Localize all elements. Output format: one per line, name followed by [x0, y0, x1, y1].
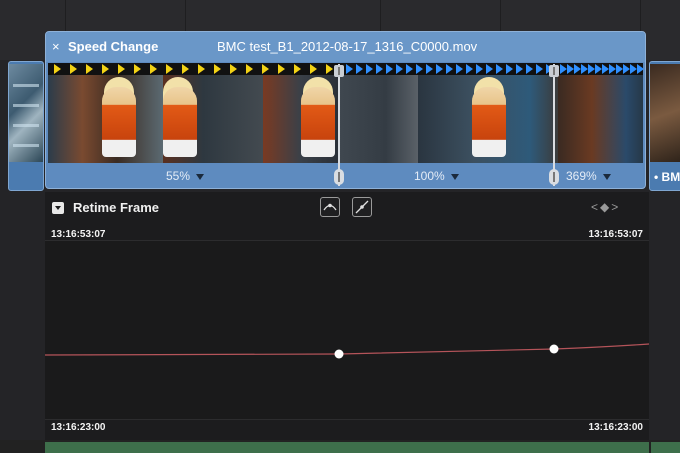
fast-speed-arrow-icon [616, 64, 623, 74]
slow-speed-arrow-icon [278, 64, 285, 74]
slow-speed-arrow-icon [118, 64, 125, 74]
keyframe-nav-control[interactable]: <◆> [591, 200, 620, 214]
fast-speed-arrow-icon [581, 64, 588, 74]
audio-track-clip[interactable] [45, 442, 649, 453]
fast-speed-arrow-icon [376, 64, 383, 74]
slow-speed-arrow-icon [262, 64, 269, 74]
fast-speed-arrow-icon [346, 64, 353, 74]
next-clip-thumbnail [650, 64, 680, 162]
thumbnail-frame [418, 63, 558, 163]
thumbnail-frame [338, 63, 418, 163]
fast-speed-arrow-icon [416, 64, 423, 74]
slow-speed-arrow-icon [102, 64, 109, 74]
chevron-down-icon [450, 173, 459, 180]
bezier-curve-icon [323, 203, 337, 211]
fast-speed-arrow-icon [456, 64, 463, 74]
fast-speed-arrow-icon [366, 64, 373, 74]
retime-curve-panel: Retime Frame <◆> 13:16:53:07 13:16:53:07… [44, 192, 650, 440]
keyframe-point[interactable] [334, 349, 344, 359]
slow-speed-arrow-icon [198, 64, 205, 74]
chevron-down-icon [196, 173, 205, 180]
fast-speed-arrow-icon [396, 64, 403, 74]
previous-clip-thumbnail [9, 64, 43, 162]
thumbnail-frame [48, 63, 163, 163]
slow-speed-arrow-icon [150, 64, 157, 74]
retime-frame-title: Retime Frame [73, 200, 159, 215]
speed-point-line[interactable] [553, 64, 555, 186]
timecode-bottom-left: 13:16:23:00 [51, 422, 106, 433]
fast-speed-arrow-icon [436, 64, 443, 74]
slow-speed-arrow-icon [182, 64, 189, 74]
fast-speed-arrow-icon [560, 64, 567, 74]
previous-clip[interactable] [8, 61, 44, 191]
timecode-top-left: 13:16:53:07 [51, 229, 106, 240]
speed-value-label: 100% [414, 169, 445, 183]
fast-speed-arrow-icon [466, 64, 473, 74]
clip-header: × Speed Change BMC test_B1_2012-08-17_13… [46, 32, 645, 62]
slow-speed-arrow-icon [310, 64, 317, 74]
thumbnail-frame [263, 63, 338, 163]
slow-speed-arrow-icon [166, 64, 173, 74]
fast-speed-arrow-icon [356, 64, 363, 74]
speed-value-label: 55% [166, 169, 191, 183]
linear-curve-icon [355, 200, 369, 214]
fast-speed-arrow-icon [406, 64, 413, 74]
next-clip-label: • BM [654, 170, 680, 184]
timecode-top-right: 13:16:53:07 [588, 229, 643, 240]
fast-speed-arrow-icon [567, 64, 574, 74]
speed-point-bottom-handle[interactable] [549, 169, 559, 185]
timecode-bottom-right: 13:16:23:00 [588, 422, 643, 433]
speed-change-title: Speed Change [68, 39, 159, 54]
speed-value-label: 369% [566, 169, 597, 183]
fast-speed-arrow-icon [602, 64, 609, 74]
fast-speed-arrow-icon [526, 64, 533, 74]
slow-speed-arrow-icon [70, 64, 77, 74]
speed-value-dropdown[interactable]: 369% [566, 169, 611, 183]
retime-dropdown-button[interactable] [52, 202, 64, 214]
fast-speed-arrow-icon [386, 64, 393, 74]
fast-speed-arrow-icon [446, 64, 453, 74]
fast-speed-arrow-icon [574, 64, 581, 74]
slow-speed-arrow-icon [326, 64, 333, 74]
slow-speed-arrow-icon [134, 64, 141, 74]
close-icon[interactable]: × [52, 40, 60, 53]
speed-point-bottom-handle[interactable] [334, 169, 344, 185]
fast-speed-arrow-icon [595, 64, 602, 74]
fast-speed-arrow-icon [609, 64, 616, 74]
next-clip[interactable]: • BM [649, 61, 680, 191]
fast-speed-arrow-icon [476, 64, 483, 74]
clip-file-name: BMC test_B1_2012-08-17_1316_C0000.mov [217, 39, 478, 54]
speed-value-dropdown[interactable]: 100% [414, 169, 459, 183]
speed-value-dropdown[interactable]: 55% [166, 169, 205, 183]
thumbnail-frame [558, 63, 643, 163]
fast-speed-arrow-icon [486, 64, 493, 74]
speed-point-top-handle[interactable] [334, 65, 344, 77]
linear-curve-button[interactable] [352, 197, 372, 217]
fast-speed-arrow-icon [536, 64, 543, 74]
fast-speed-arrow-icon [516, 64, 523, 74]
fast-speed-arrow-icon [506, 64, 513, 74]
fast-speed-arrow-icon [630, 64, 637, 74]
retime-curve-svg [44, 343, 650, 359]
slow-speed-arrow-icon [214, 64, 221, 74]
fast-speed-arrow-icon [637, 64, 643, 74]
speed-change-clip[interactable]: × Speed Change BMC test_B1_2012-08-17_13… [45, 31, 646, 189]
keyframe-point[interactable] [549, 344, 559, 354]
audio-track-clip[interactable] [651, 442, 680, 453]
thumbnail-frame [163, 63, 263, 163]
slow-speed-arrow-icon [294, 64, 301, 74]
fast-speed-arrow-icon [426, 64, 433, 74]
slow-speed-arrow-icon [230, 64, 237, 74]
chevron-down-icon [602, 173, 611, 180]
slow-speed-arrow-icon [54, 64, 61, 74]
slow-speed-arrow-icon [246, 64, 253, 74]
fast-speed-arrow-icon [496, 64, 503, 74]
speed-point-line[interactable] [338, 64, 340, 186]
fast-speed-arrow-icon [623, 64, 630, 74]
speed-point-top-handle[interactable] [549, 65, 559, 77]
slow-speed-arrow-icon [86, 64, 93, 74]
bezier-curve-button[interactable] [320, 197, 340, 217]
retime-curve-graph[interactable] [44, 240, 650, 420]
fast-speed-arrow-icon [588, 64, 595, 74]
